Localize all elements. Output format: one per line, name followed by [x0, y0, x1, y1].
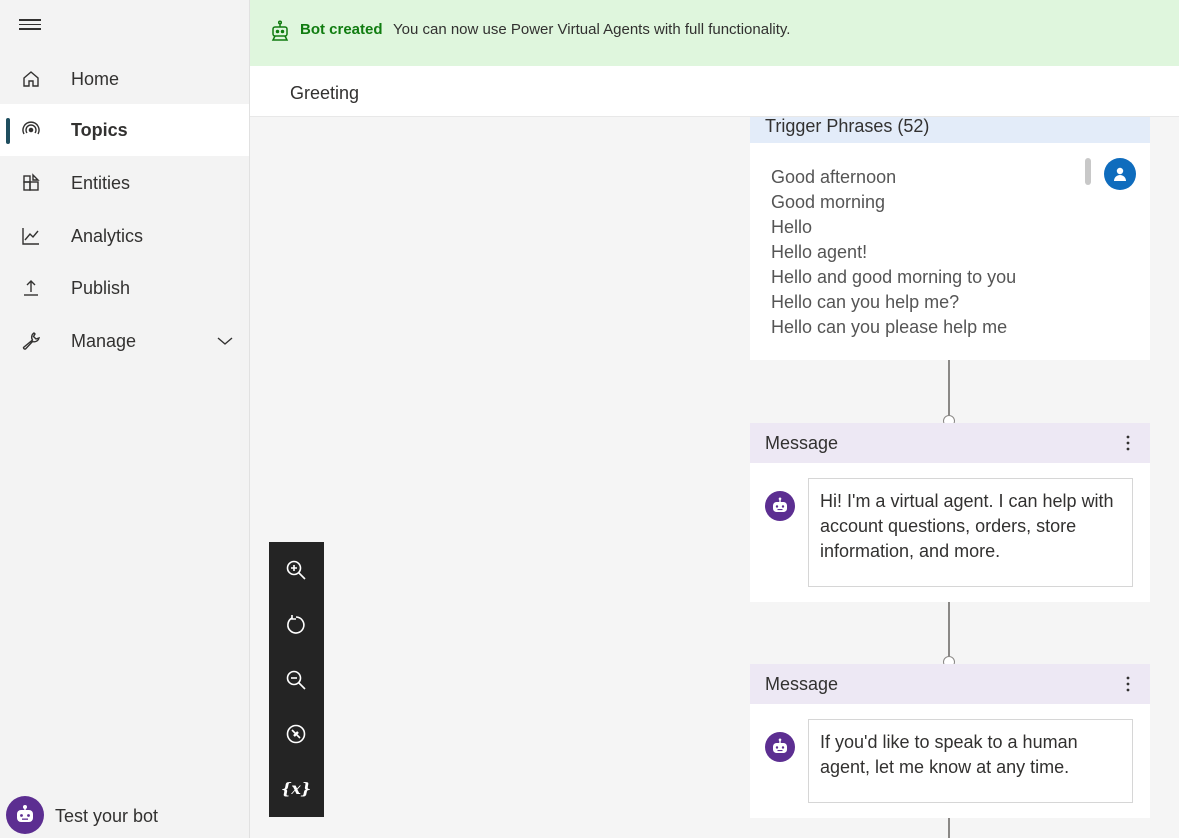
- trigger-phrases-header: Trigger Phrases (52): [750, 116, 1150, 143]
- sidebar-item-label: Analytics: [71, 225, 144, 246]
- trigger-phrase: Good afternoon: [771, 167, 897, 187]
- analytics-icon: [20, 225, 42, 247]
- more-options-icon[interactable]: [1120, 433, 1136, 453]
- sidebar-item-topics[interactable]: Topics: [0, 104, 249, 156]
- test-your-bot-button[interactable]: Test your bot: [0, 794, 249, 838]
- bot-icon: [270, 20, 290, 47]
- message-text[interactable]: Hi! I'm a virtual agent. I can help with…: [808, 478, 1133, 587]
- message-header: Message: [750, 664, 1150, 704]
- trigger-phrase: Good morning: [771, 192, 886, 212]
- sidebar: Home Topics Entities Analytics Publish M…: [0, 0, 250, 838]
- banner-title: Bot created: [300, 21, 383, 38]
- variables-label: {x}: [280, 778, 312, 798]
- sidebar-item-home[interactable]: Home: [0, 53, 249, 105]
- zoom-out-icon[interactable]: [282, 666, 310, 694]
- canvas-toolbar: {x}: [269, 542, 324, 817]
- menu-toggle-button[interactable]: [19, 16, 41, 34]
- bot-avatar-icon: [765, 491, 795, 521]
- sidebar-item-label: Manage: [71, 330, 137, 351]
- entities-icon: [20, 172, 42, 194]
- notification-banner: Bot created You can now use Power Virtua…: [250, 0, 1179, 66]
- message-header: Message: [750, 423, 1150, 463]
- sidebar-item-entities[interactable]: Entities: [0, 157, 249, 209]
- sidebar-item-manage[interactable]: Manage: [0, 315, 249, 367]
- test-bot-label: Test your bot: [55, 806, 159, 826]
- sidebar-item-label: Topics: [71, 119, 128, 140]
- topic-header: Greeting: [250, 66, 1179, 117]
- variables-icon[interactable]: {x}: [280, 774, 312, 802]
- hamburger-line: [19, 19, 41, 21]
- chevron-down-icon: [216, 332, 234, 350]
- zoom-in-icon[interactable]: [282, 556, 310, 584]
- message-text[interactable]: If you'd like to speak to a human agent,…: [808, 719, 1133, 803]
- message-title: Message: [765, 674, 839, 694]
- trigger-phrases-card[interactable]: Trigger Phrases (52) Good afternoon Good…: [750, 116, 1150, 360]
- reset-icon[interactable]: [282, 611, 310, 639]
- page-title: Greeting: [290, 83, 360, 103]
- home-icon: [20, 68, 42, 90]
- sidebar-item-label: Entities: [71, 172, 131, 193]
- connector-line: [948, 360, 950, 416]
- banner-message: You can now use Power Virtual Agents wit…: [393, 21, 791, 38]
- hamburger-line: [19, 28, 41, 30]
- more-options-icon[interactable]: [1120, 674, 1136, 694]
- fit-to-screen-icon[interactable]: [282, 720, 310, 748]
- sidebar-item-publish[interactable]: Publish: [0, 262, 249, 314]
- topics-icon: [20, 119, 42, 141]
- trigger-phrase: Hello can you help me?: [771, 292, 960, 312]
- bot-avatar-icon: [765, 732, 795, 762]
- message-title: Message: [765, 433, 839, 453]
- trigger-phrase: Hello and good morning to you: [771, 267, 1017, 287]
- trigger-phrases-title: Trigger Phrases (52): [765, 116, 930, 136]
- publish-icon: [20, 277, 42, 299]
- wrench-icon: [20, 330, 42, 352]
- trigger-phrase: Hello agent!: [771, 242, 868, 262]
- message-card[interactable]: Message Hi! I'm a virtual agent. I can h…: [750, 423, 1150, 602]
- trigger-phrase: Hello: [771, 217, 813, 237]
- scrollbar-thumb[interactable]: [1085, 158, 1091, 185]
- bot-avatar-icon: [6, 796, 44, 838]
- sidebar-item-label: Publish: [71, 277, 131, 298]
- message-card[interactable]: Message If you'd like to speak to a huma…: [750, 664, 1150, 818]
- trigger-phrase: Hello can you please help me: [771, 317, 1008, 337]
- sidebar-item-label: Home: [71, 68, 120, 89]
- user-icon: [1104, 158, 1136, 190]
- sidebar-item-analytics[interactable]: Analytics: [0, 210, 249, 262]
- connector-line: [948, 602, 950, 657]
- hamburger-line: [19, 23, 41, 25]
- connector-line: [948, 818, 950, 838]
